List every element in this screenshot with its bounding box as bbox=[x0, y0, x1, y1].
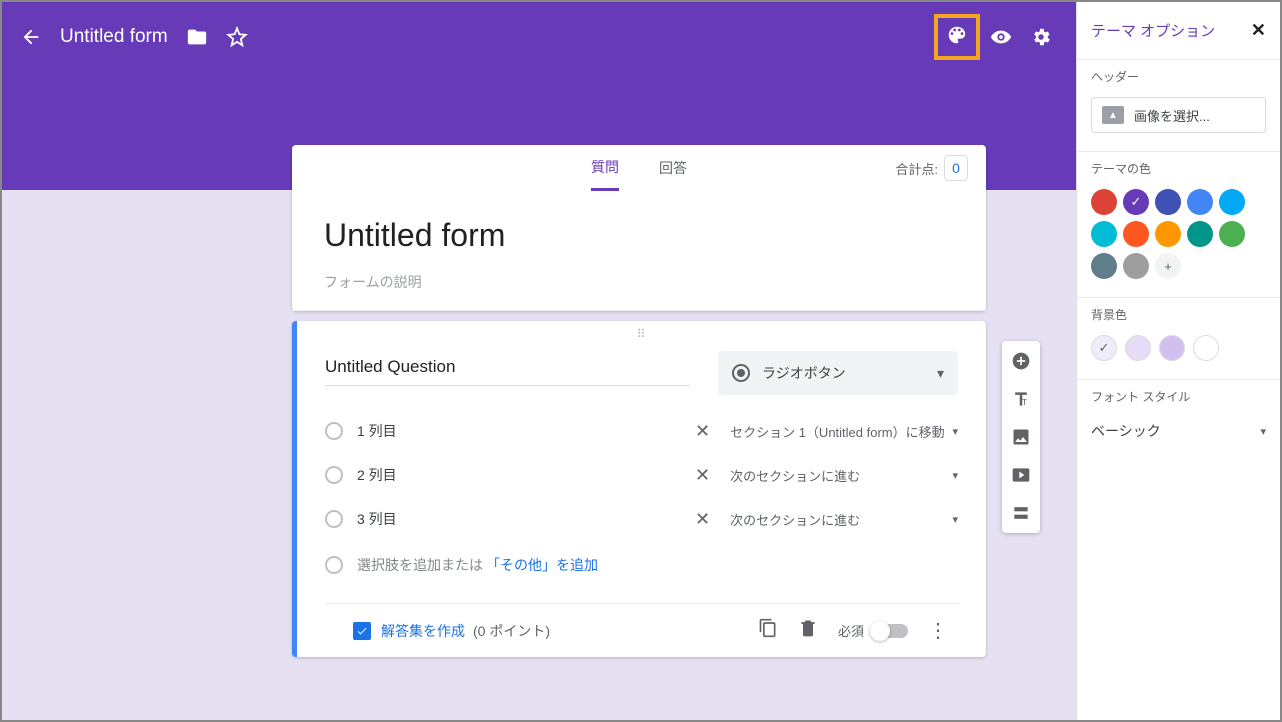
radio-icon bbox=[325, 466, 343, 484]
radio-placeholder-icon bbox=[325, 556, 343, 574]
remove-option-icon[interactable]: ✕ bbox=[695, 421, 710, 442]
question-title-input[interactable]: Untitled Question bbox=[325, 347, 690, 386]
radio-icon bbox=[325, 510, 343, 528]
form-title[interactable]: Untitled form bbox=[324, 217, 954, 254]
option-row: 2 列目 ✕ 次のセクションに進む ▾ bbox=[325, 453, 958, 497]
total-score-value[interactable]: 0 bbox=[944, 155, 968, 181]
add-question-icon[interactable] bbox=[1006, 349, 1036, 373]
theme-color-swatch[interactable]: ✓ bbox=[1123, 189, 1149, 215]
theme-color-label: テーマの色 bbox=[1091, 160, 1266, 177]
chevron-down-icon: ▾ bbox=[952, 469, 958, 482]
add-section-icon[interactable] bbox=[1006, 501, 1036, 525]
add-other-link[interactable]: 「その他」を追加 bbox=[486, 555, 598, 575]
add-color-button[interactable]: + bbox=[1155, 253, 1181, 279]
total-score-label: 合計点: bbox=[895, 159, 938, 178]
theme-color-swatch[interactable] bbox=[1219, 221, 1245, 247]
theme-color-swatch[interactable] bbox=[1091, 253, 1117, 279]
theme-color-swatch[interactable] bbox=[1123, 221, 1149, 247]
add-image-icon[interactable] bbox=[1006, 425, 1036, 449]
required-label: 必須 bbox=[838, 621, 864, 640]
bg-color-swatch[interactable]: ✓ bbox=[1091, 335, 1117, 361]
theme-color-swatch[interactable] bbox=[1187, 221, 1213, 247]
option-row: 1 列目 ✕ セクション 1（Untitled form）に移動 ▾ bbox=[325, 409, 958, 453]
theme-panel: テーマ オプション ✕ ヘッダー ▲ 画像を選択... テーマの色 ✓ + 背景色… bbox=[1076, 2, 1280, 720]
font-style-label: フォント スタイル bbox=[1091, 388, 1266, 405]
form-name[interactable]: Untitled form bbox=[60, 26, 168, 48]
option-goto-label: セクション 1（Untitled form）に移動 bbox=[730, 422, 945, 441]
option-goto-select[interactable]: 次のセクションに進む ▾ bbox=[730, 510, 958, 529]
theme-panel-title: テーマ オプション bbox=[1091, 20, 1215, 41]
add-option-text[interactable]: 選択肢を追加 bbox=[357, 555, 441, 575]
font-style-value: ベーシック bbox=[1091, 421, 1161, 441]
theme-color-swatch[interactable] bbox=[1091, 189, 1117, 215]
svg-text:T: T bbox=[1022, 397, 1027, 407]
option-label[interactable]: 3 列目 bbox=[357, 509, 397, 529]
radio-icon bbox=[325, 422, 343, 440]
total-score: 合計点: 0 bbox=[895, 155, 968, 181]
radio-icon bbox=[732, 364, 750, 382]
option-label[interactable]: 2 列目 bbox=[357, 465, 397, 485]
chevron-down-icon: ▾ bbox=[952, 425, 958, 438]
option-label[interactable]: 1 列目 bbox=[357, 421, 397, 441]
image-icon: ▲ bbox=[1102, 106, 1124, 124]
option-goto-select[interactable]: 次のセクションに進む ▾ bbox=[730, 466, 958, 485]
answer-key-link[interactable]: 解答集を作成 bbox=[381, 621, 465, 641]
tab-questions[interactable]: 質問 bbox=[591, 145, 619, 191]
required-toggle[interactable]: 必須 bbox=[838, 621, 908, 640]
chevron-down-icon: ▾ bbox=[937, 365, 944, 382]
tab-responses[interactable]: 回答 bbox=[659, 145, 687, 191]
toggle-switch[interactable] bbox=[872, 624, 908, 638]
form-description[interactable]: フォームの説明 bbox=[324, 272, 954, 292]
gear-icon[interactable] bbox=[1030, 26, 1052, 48]
add-option-row: 選択肢を追加 または 「その他」を追加 bbox=[325, 541, 958, 595]
add-title-icon[interactable]: T bbox=[1006, 387, 1036, 411]
preview-icon[interactable] bbox=[990, 26, 1012, 48]
header-section-label: ヘッダー bbox=[1091, 68, 1266, 85]
palette-button-highlight bbox=[934, 14, 980, 60]
question-type-label: ラジオボタン bbox=[762, 363, 846, 383]
or-text: または bbox=[441, 555, 483, 575]
bg-color-swatch[interactable] bbox=[1125, 335, 1151, 361]
image-select-label: 画像を選択... bbox=[1134, 106, 1210, 125]
bg-color-label: 背景色 bbox=[1091, 306, 1266, 323]
remove-option-icon[interactable]: ✕ bbox=[695, 465, 710, 486]
back-arrow-icon[interactable] bbox=[20, 26, 42, 48]
remove-option-icon[interactable]: ✕ bbox=[695, 509, 710, 530]
theme-color-swatch[interactable] bbox=[1155, 189, 1181, 215]
add-video-icon[interactable] bbox=[1006, 463, 1036, 487]
trash-icon[interactable] bbox=[798, 618, 818, 643]
drag-handle-icon[interactable]: ⠿ bbox=[297, 321, 986, 341]
option-goto-label: 次のセクションに進む bbox=[730, 510, 860, 529]
question-type-select[interactable]: ラジオボタン ▾ bbox=[718, 351, 958, 395]
theme-color-swatch[interactable] bbox=[1155, 221, 1181, 247]
bg-color-swatch[interactable] bbox=[1159, 335, 1185, 361]
folder-icon[interactable] bbox=[186, 26, 208, 48]
font-style-select[interactable]: ベーシック ▾ bbox=[1091, 417, 1266, 441]
theme-color-swatch[interactable] bbox=[1187, 189, 1213, 215]
theme-color-swatch[interactable] bbox=[1219, 189, 1245, 215]
option-row: 3 列目 ✕ 次のセクションに進む ▾ bbox=[325, 497, 958, 541]
chevron-down-icon: ▾ bbox=[1260, 425, 1266, 438]
question-toolbar: T bbox=[1002, 341, 1040, 533]
duplicate-icon[interactable] bbox=[758, 618, 778, 643]
palette-icon[interactable] bbox=[946, 24, 968, 51]
theme-color-swatch[interactable] bbox=[1091, 221, 1117, 247]
points-text: (0 ポイント) bbox=[473, 621, 550, 641]
option-goto-select[interactable]: セクション 1（Untitled form）に移動 ▾ bbox=[730, 422, 958, 441]
bg-color-swatch[interactable] bbox=[1193, 335, 1219, 361]
answer-key-checkbox[interactable] bbox=[353, 622, 371, 640]
theme-color-swatch[interactable] bbox=[1123, 253, 1149, 279]
tabs-bar: 質問 回答 合計点: 0 bbox=[292, 145, 986, 191]
close-icon[interactable]: ✕ bbox=[1251, 20, 1266, 41]
overflow-menu-icon[interactable]: ⋮ bbox=[928, 618, 948, 643]
chevron-down-icon: ▾ bbox=[952, 513, 958, 526]
option-goto-label: 次のセクションに進む bbox=[730, 466, 860, 485]
image-select-button[interactable]: ▲ 画像を選択... bbox=[1091, 97, 1266, 133]
star-icon[interactable] bbox=[226, 26, 248, 48]
